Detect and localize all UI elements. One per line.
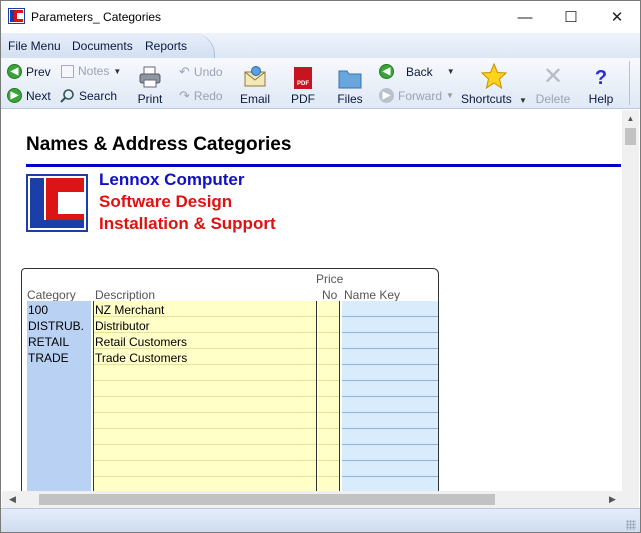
notes-dropdown-icon: ▼ bbox=[113, 66, 122, 76]
category-cell[interactable]: DISTRUB. bbox=[28, 319, 84, 333]
pdf-icon-text: PDF bbox=[297, 81, 309, 87]
prev-button[interactable]: ◀ Prev bbox=[7, 64, 51, 79]
redo-button[interactable]: ↷ Redo bbox=[179, 88, 223, 104]
name-key-column[interactable] bbox=[342, 301, 438, 491]
back-icon: ◀ bbox=[379, 64, 394, 79]
category-cell[interactable]: 100 bbox=[28, 303, 48, 317]
category-cell[interactable]: RETAIL bbox=[28, 335, 69, 349]
print-label: Print bbox=[137, 92, 163, 106]
categories-table: Category Description Price No Name Key 1… bbox=[21, 268, 439, 491]
star-icon bbox=[481, 63, 507, 89]
delete-label: Delete bbox=[535, 92, 571, 106]
notes-icon bbox=[61, 64, 74, 78]
scroll-up-icon[interactable]: ▲ bbox=[622, 110, 639, 127]
price-column[interactable] bbox=[318, 301, 340, 491]
app-logo-icon bbox=[8, 8, 25, 24]
vertical-scroll-thumb[interactable] bbox=[625, 128, 636, 145]
horizontal-scroll-thumb[interactable] bbox=[39, 494, 495, 505]
app-window: Parameters_ Categories — ☐ ✕ File Menu D… bbox=[0, 0, 641, 533]
scrollbar-corner bbox=[622, 491, 639, 508]
shortcuts-label: Shortcuts bbox=[461, 92, 512, 106]
next-button[interactable]: ▶ Next bbox=[7, 88, 51, 103]
category-cell[interactable]: TRADE bbox=[28, 351, 69, 365]
toolbar-separator bbox=[629, 61, 630, 105]
prev-icon: ◀ bbox=[7, 64, 22, 79]
header-description: Description bbox=[95, 288, 156, 302]
search-button[interactable]: Search bbox=[59, 88, 117, 104]
files-button[interactable]: Files bbox=[331, 61, 369, 106]
horizontal-scrollbar[interactable]: ◀ ▶ bbox=[2, 491, 622, 508]
notes-label: Notes bbox=[78, 64, 110, 78]
scroll-right-icon[interactable]: ▶ bbox=[604, 491, 621, 508]
header-category: Category bbox=[27, 288, 76, 302]
email-label: Email bbox=[239, 92, 270, 106]
header-price-no: No bbox=[322, 288, 338, 302]
delete-icon: ✕ bbox=[542, 63, 564, 90]
search-label: Search bbox=[79, 89, 118, 103]
description-cell[interactable]: Retail Customers bbox=[95, 335, 187, 349]
minimize-button[interactable]: — bbox=[502, 1, 548, 33]
pdf-button[interactable]: PDF PDF bbox=[284, 61, 322, 106]
forward-dropdown-icon: ▼ bbox=[446, 91, 454, 100]
title-bar: Parameters_ Categories — ☐ ✕ bbox=[1, 1, 640, 33]
title-rule bbox=[26, 164, 621, 167]
shortcuts-dropdown-icon: ▼ bbox=[519, 96, 527, 105]
printer-icon bbox=[139, 66, 161, 88]
next-icon: ▶ bbox=[7, 88, 22, 103]
menu-reports[interactable]: Reports bbox=[145, 39, 187, 53]
help-icon: ? bbox=[594, 67, 608, 89]
company-logo-icon bbox=[26, 174, 88, 232]
back-dropdown-icon: ▼ bbox=[446, 67, 455, 76]
maximize-button[interactable]: ☐ bbox=[548, 1, 594, 33]
redo-label: Redo bbox=[193, 89, 223, 103]
print-button[interactable]: Print bbox=[131, 61, 169, 106]
back-label: Back bbox=[406, 64, 433, 79]
description-cell[interactable]: Trade Customers bbox=[95, 351, 187, 365]
menu-file[interactable]: File Menu bbox=[8, 39, 61, 53]
search-icon bbox=[60, 89, 74, 103]
close-button[interactable]: ✕ bbox=[594, 1, 640, 33]
scroll-left-icon[interactable]: ◀ bbox=[4, 491, 21, 508]
back-button[interactable]: ◀ Back ▼ bbox=[379, 64, 455, 79]
forward-icon: ▶ bbox=[379, 88, 394, 103]
status-bar bbox=[1, 508, 640, 532]
undo-label: Undo bbox=[193, 65, 223, 79]
company-tagline-1: Software Design bbox=[99, 192, 233, 211]
description-cell[interactable]: NZ Merchant bbox=[95, 303, 164, 317]
redo-icon: ↷ bbox=[179, 88, 190, 103]
notes-button[interactable]: Notes ▼ bbox=[61, 64, 121, 78]
company-name: Lennox Computer bbox=[99, 170, 245, 189]
files-label: Files bbox=[337, 92, 363, 106]
prev-label: Prev bbox=[26, 64, 51, 79]
company-tagline-2: Installation & Support bbox=[99, 214, 276, 233]
delete-button[interactable]: ✕ Delete bbox=[534, 61, 572, 107]
folder-icon bbox=[338, 70, 362, 89]
forward-label: Forward bbox=[398, 88, 443, 103]
help-button[interactable]: ? Help bbox=[584, 61, 618, 106]
help-label: Help bbox=[588, 92, 614, 106]
window-title: Parameters_ Categories bbox=[31, 10, 162, 24]
description-cell[interactable]: Distributor bbox=[95, 319, 150, 333]
next-label: Next bbox=[26, 88, 51, 103]
email-icon bbox=[244, 66, 266, 87]
header-name-key: Name Key bbox=[344, 288, 401, 302]
pdf-icon: PDF bbox=[294, 67, 312, 89]
vertical-scrollbar[interactable]: ▲ bbox=[622, 110, 639, 491]
page-title: Names & Address Categories bbox=[26, 134, 292, 155]
pdf-label: PDF bbox=[291, 92, 315, 106]
undo-button[interactable]: ↶ Undo bbox=[179, 64, 223, 80]
forward-button[interactable]: ▶ Forward ▼ bbox=[379, 88, 454, 103]
resize-grip-icon[interactable] bbox=[626, 520, 636, 530]
shortcuts-button[interactable]: Shortcuts ▼ bbox=[461, 61, 527, 106]
menu-documents[interactable]: Documents bbox=[72, 39, 133, 53]
header-price: Price bbox=[316, 272, 344, 286]
document-view: Names & Address Categories Lennox Comput… bbox=[2, 110, 621, 491]
undo-icon: ↶ bbox=[179, 64, 190, 79]
email-button[interactable]: Email bbox=[236, 61, 274, 106]
